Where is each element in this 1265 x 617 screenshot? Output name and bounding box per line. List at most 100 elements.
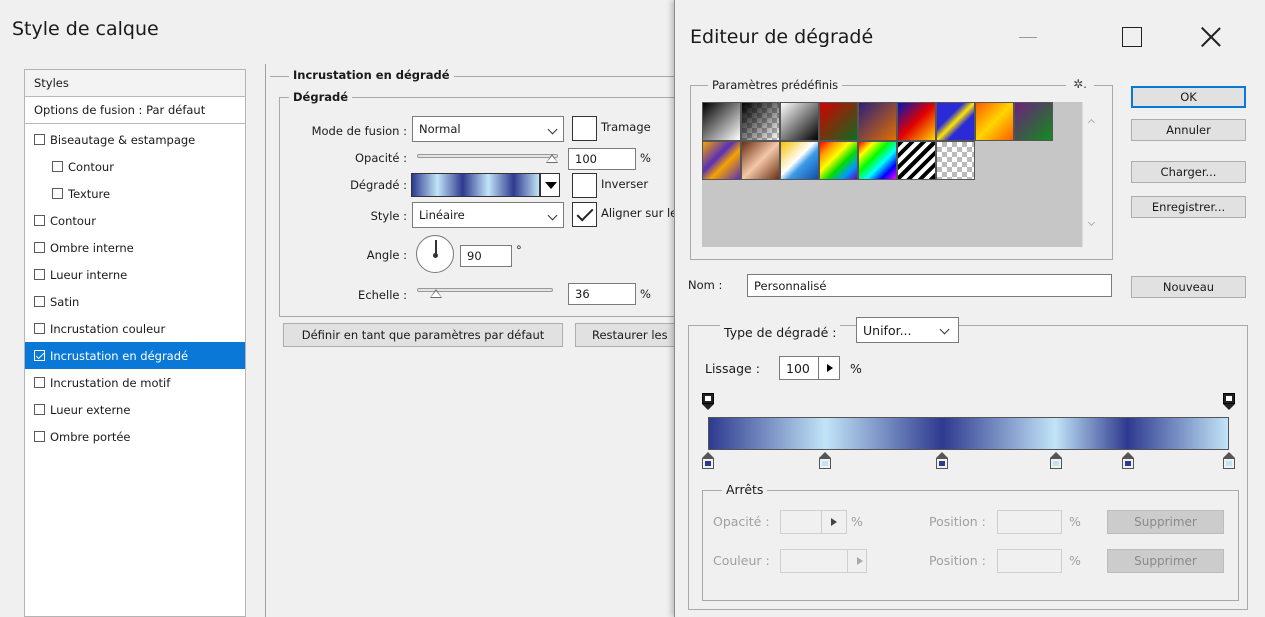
preset-swatch[interactable] <box>780 141 819 180</box>
preset-swatch[interactable] <box>702 102 741 141</box>
style-item-checkbox[interactable] <box>34 296 45 307</box>
maximize-icon[interactable] <box>1110 22 1150 52</box>
dither-checkbox[interactable] <box>572 116 597 141</box>
section-title: Incrustation en dégradé <box>289 68 454 82</box>
scale-label: Echelle : <box>358 288 407 302</box>
color-stop[interactable] <box>1049 452 1062 470</box>
save-button[interactable]: Enregistrer... <box>1131 196 1246 218</box>
style-item-checkbox[interactable] <box>34 242 45 253</box>
gradient-bar[interactable] <box>708 417 1229 450</box>
color-stop[interactable] <box>1121 452 1134 470</box>
style-item-checkbox[interactable] <box>34 134 45 145</box>
color-stop[interactable] <box>936 452 949 470</box>
style-item[interactable]: Lueur interne <box>25 261 245 288</box>
preset-swatch[interactable] <box>819 102 858 141</box>
scroll-up-icon[interactable] <box>1087 118 1096 127</box>
style-item[interactable]: Ombre interne <box>25 234 245 261</box>
style-item[interactable]: Satin <box>25 288 245 315</box>
color-stop[interactable] <box>818 452 831 470</box>
set-default-button[interactable]: Définir en tant que paramètres par défau… <box>283 323 563 347</box>
preset-swatch[interactable] <box>702 141 741 180</box>
stop-color-swatch[interactable] <box>780 549 848 573</box>
style-item-checkbox[interactable] <box>52 188 63 199</box>
scale-slider-thumb[interactable] <box>430 289 442 298</box>
blend-mode-select[interactable]: Normal <box>412 116 564 142</box>
opacity-input[interactable]: 100 <box>568 148 636 170</box>
style-item-checkbox[interactable] <box>34 404 45 415</box>
ok-button[interactable]: OK <box>1131 86 1246 108</box>
angle-input[interactable]: 90 <box>460 245 512 267</box>
preset-swatch[interactable] <box>936 102 975 141</box>
stop-opacity-stepper-icon[interactable] <box>821 510 847 534</box>
preset-swatch[interactable] <box>741 141 780 180</box>
scroll-down-icon[interactable] <box>1087 218 1096 227</box>
smoothness-input[interactable]: 100 <box>779 356 819 380</box>
gradient-type-select[interactable]: Unifor... <box>856 317 959 343</box>
styles-header[interactable]: Styles <box>25 70 245 97</box>
opacity-slider-track[interactable] <box>417 154 558 158</box>
align-label: Aligner sur le <box>601 206 678 220</box>
opacity-slider-thumb[interactable] <box>546 154 558 163</box>
presets-scrollbar[interactable] <box>1082 102 1100 247</box>
preset-swatch[interactable] <box>1014 102 1053 141</box>
style-item[interactable]: Incrustation en dégradé <box>25 342 245 369</box>
style-item[interactable]: Incrustation de motif <box>25 369 245 396</box>
preset-swatch[interactable] <box>741 102 780 141</box>
gradient-preview[interactable] <box>411 173 540 197</box>
gradient-editor-title: Editeur de dégradé <box>690 26 874 48</box>
preset-swatch[interactable] <box>858 102 897 141</box>
delete-opacity-stop-button[interactable]: Supprimer <box>1107 510 1224 534</box>
style-item[interactable]: Contour <box>25 153 245 180</box>
preset-swatch[interactable] <box>975 102 1014 141</box>
style-item[interactable]: Lueur externe <box>25 396 245 423</box>
minimize-icon[interactable] <box>1007 22 1047 52</box>
style-item-label: Satin <box>50 294 80 309</box>
color-stop[interactable] <box>1223 452 1235 470</box>
preset-swatch[interactable] <box>780 102 819 141</box>
cancel-button[interactable]: Annuler <box>1131 119 1246 141</box>
style-item[interactable]: Biseautage & estampage <box>25 126 245 153</box>
opacity-stop[interactable] <box>702 393 714 411</box>
gradient-dropdown-arrow-icon[interactable] <box>540 173 560 197</box>
scale-input[interactable]: 36 <box>568 283 636 305</box>
style-item[interactable]: Ombre portée <box>25 423 245 450</box>
angle-dial[interactable] <box>416 235 454 273</box>
preset-swatch[interactable] <box>858 141 897 180</box>
reverse-checkbox[interactable] <box>572 173 597 198</box>
style-item-checkbox[interactable] <box>34 350 45 361</box>
style-select[interactable]: Linéaire <box>412 202 564 228</box>
angle-unit: ° <box>516 243 522 257</box>
load-button[interactable]: Charger... <box>1131 161 1246 183</box>
new-button[interactable]: Nouveau <box>1131 276 1246 298</box>
style-item[interactable]: Contour <box>25 207 245 234</box>
stop-opacity-input[interactable] <box>780 510 822 534</box>
gear-icon[interactable]: ✲. <box>1066 78 1094 92</box>
stop-color-menu-icon[interactable] <box>847 549 867 573</box>
stop-opacity-position-input[interactable] <box>997 510 1062 534</box>
stop-color-position-input[interactable] <box>997 549 1062 573</box>
color-stop[interactable] <box>702 452 714 470</box>
delete-color-stop-button[interactable]: Supprimer <box>1107 549 1224 573</box>
preset-swatch[interactable] <box>936 141 975 180</box>
style-item-checkbox[interactable] <box>52 161 63 172</box>
gradient-label: Dégradé : <box>350 178 407 192</box>
style-item-checkbox[interactable] <box>34 269 45 280</box>
name-input[interactable]: Personnalisé <box>747 274 1112 297</box>
restore-default-button[interactable]: Restaurer les <box>575 323 680 347</box>
style-item-checkbox[interactable] <box>34 323 45 334</box>
align-checkbox[interactable] <box>572 202 597 227</box>
style-item[interactable]: Incrustation couleur <box>25 315 245 342</box>
preset-swatch[interactable] <box>897 102 936 141</box>
stop-opacity-position-unit: % <box>1069 514 1081 529</box>
style-item-checkbox[interactable] <box>34 377 45 388</box>
smoothness-stepper-icon[interactable] <box>818 356 840 380</box>
style-item-checkbox[interactable] <box>34 431 45 442</box>
blend-options-item[interactable]: Options de fusion : Par défaut <box>25 97 245 124</box>
opacity-stop[interactable] <box>1223 393 1235 411</box>
preset-swatch[interactable] <box>819 141 858 180</box>
style-item-checkbox[interactable] <box>34 215 45 226</box>
style-item[interactable]: Texture <box>25 180 245 207</box>
name-label: Nom : <box>688 278 723 292</box>
preset-swatch[interactable] <box>897 141 936 180</box>
close-icon[interactable] <box>1190 22 1230 52</box>
